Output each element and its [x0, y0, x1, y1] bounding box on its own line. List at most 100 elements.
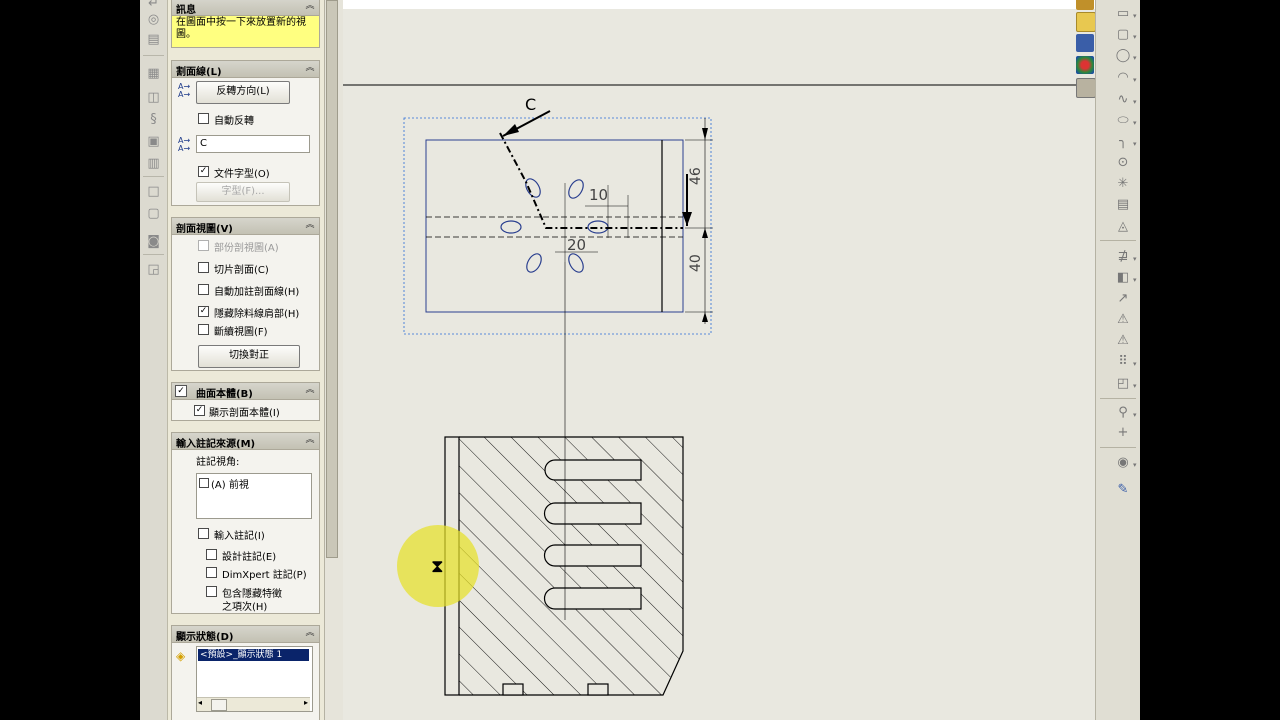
dimxpert-label: DimXpert 註記(P) — [222, 570, 307, 581]
dim-46: 46 — [688, 167, 704, 185]
doc-icon[interactable]: ▤ — [146, 32, 161, 47]
message-header[interactable]: 訊息 ︽ — [172, 0, 319, 16]
import-annotations-header[interactable]: 輸入註記來源(M) ︽ — [172, 433, 319, 450]
show-surface-checkbox[interactable]: ✓ — [194, 405, 205, 416]
lock-icon[interactable]: ◙ — [146, 234, 161, 249]
display-state-list[interactable]: <預設>_顯示狀態 1 ◂ ▸ — [196, 646, 313, 712]
flip-direction-icon: A→ A→ — [178, 82, 191, 99]
scroll-left-icon[interactable]: ◂ — [198, 698, 202, 707]
collapse-icon[interactable]: ︽ — [304, 219, 316, 231]
scroll-thumb[interactable] — [211, 699, 227, 711]
section-view-header[interactable]: 剖面視圖(V) ︽ — [172, 218, 319, 235]
scroll-right-icon[interactable]: ▸ — [304, 698, 308, 707]
dimensions[interactable]: 46 40 10 20 — [567, 118, 713, 324]
plane-icon[interactable]: ◬ — [1114, 219, 1132, 235]
hidden-features-checkbox[interactable] — [206, 586, 217, 597]
custom-properties-tab-icon[interactable] — [1076, 78, 1096, 98]
message-group: 訊息 ︽ 在圖面中按一下來放置新的視圖。 — [171, 0, 320, 48]
auto-flip-label: 自動反轉 — [214, 116, 254, 127]
flip-direction-button[interactable]: 反轉方向(L) — [196, 81, 290, 104]
display-state-item[interactable]: <預設>_顯示狀態 1 — [198, 649, 309, 661]
section-icon[interactable]: § — [146, 112, 161, 127]
broken-view-label: 斷續視圖(F) — [214, 327, 268, 338]
section-view-group: 剖面視圖(V) ︽ 部份剖視圖(A) 切片剖面(C) 自動加註剖面線(H) ✓ … — [171, 217, 320, 371]
projected-view-icon[interactable]: ◫ — [146, 90, 161, 105]
hide-cut-label: 隱藏除料線肩部(H) — [214, 309, 300, 320]
drawing-canvas[interactable]: C 46 40 10 20 — [343, 0, 1095, 720]
crop-icon[interactable]: ▥ — [146, 156, 161, 171]
annotation-view-label: 註記視角: — [196, 457, 240, 468]
left-toolbar: ↵ ◎ ▤ ▦ ◫ § ▣ ▥ □ ▢ ◙ ◲ — [140, 0, 168, 720]
broken-view-checkbox[interactable] — [198, 324, 209, 335]
convert-icon[interactable]: ◧ ▾ — [1114, 270, 1137, 286]
slot-icon[interactable]: ▢ ▾ — [1114, 27, 1137, 43]
collapse-icon[interactable]: ︽ — [304, 384, 316, 396]
trim-icon[interactable]: ⋣ ▾ — [1114, 249, 1137, 265]
slice-section-checkbox[interactable] — [198, 262, 209, 273]
arc-icon[interactable]: ◠ ▾ — [1114, 70, 1136, 86]
arrow-icon[interactable]: ↵ — [146, 0, 161, 11]
toggle-alignment-button[interactable]: 切換對正 — [198, 345, 300, 368]
collapse-icon[interactable]: ︽ — [304, 434, 316, 446]
import-annotations-checkbox[interactable] — [198, 528, 209, 539]
font-button[interactable]: 字型(F)... — [196, 182, 290, 202]
rotate-icon[interactable]: ◎ — [146, 12, 161, 27]
doc-font-checkbox[interactable]: ✓ — [198, 166, 209, 177]
rapid-sketch-icon[interactable]: ✎ — [1114, 482, 1132, 498]
file-explorer-tab-icon[interactable] — [1076, 34, 1094, 52]
design-annotations-checkbox[interactable] — [206, 549, 217, 560]
surface-bodies-header[interactable]: ✓ 曲面本體(B) ︽ — [172, 383, 319, 400]
display-state-header[interactable]: 顯示狀態(D) ︽ — [172, 626, 319, 643]
mirror-icon[interactable]: ⚠ — [1114, 312, 1132, 328]
alternate-icon[interactable]: ▢ — [146, 206, 161, 221]
partial-section-checkbox[interactable] — [198, 240, 209, 251]
dimxpert-checkbox[interactable] — [206, 567, 217, 578]
circle-icon[interactable]: ◯ ▾ — [1114, 48, 1137, 64]
front-view-checkbox[interactable] — [199, 478, 209, 488]
horizontal-scrollbar[interactable]: ◂ ▸ — [197, 697, 310, 711]
collapse-icon[interactable]: ︽ — [304, 62, 316, 74]
partial-section-label: 部份剖視圖(A) — [214, 243, 279, 254]
panel-scrollbar[interactable] — [326, 0, 338, 558]
cutting-line-group: 割面線(L) ︽ A→ A→ 反轉方向(L) 自動反轉 A→ A→ C ✓ 文件字型… — [171, 60, 320, 206]
fillet-icon[interactable]: ╮ ▾ — [1114, 134, 1136, 150]
dynamic-mirror-icon[interactable]: ⚠ — [1114, 333, 1132, 349]
collapse-icon[interactable]: ︽ — [304, 627, 316, 639]
centerline-icon[interactable]: ✳ — [1114, 176, 1132, 192]
hide-cut-checkbox[interactable]: ✓ — [198, 306, 209, 317]
view-icon[interactable]: ▦ — [146, 66, 161, 81]
point-icon[interactable]: ⊙ — [1114, 155, 1132, 171]
ellipse-icon[interactable]: ⬭ ▾ — [1114, 113, 1136, 129]
appearances-tab-icon[interactable] — [1076, 56, 1094, 74]
auto-hatch-checkbox[interactable] — [198, 284, 209, 295]
relative-icon[interactable]: ◲ — [146, 262, 161, 277]
text-icon[interactable]: ▤ — [1114, 197, 1132, 213]
auto-hatch-label: 自動加註剖面線(H) — [214, 287, 300, 298]
message-text: 在圖面中按一下來放置新的視圖。 — [176, 17, 306, 40]
collapse-icon[interactable]: ︽ — [304, 0, 316, 12]
spline-icon[interactable]: ∿ ▾ — [1114, 92, 1137, 108]
resources-tab-icon[interactable] — [1076, 0, 1094, 10]
dim-40-vertical: 40 — [688, 254, 704, 272]
auto-flip-checkbox[interactable] — [198, 113, 209, 124]
move-icon[interactable]: ◰ ▾ — [1114, 376, 1137, 392]
design-annotations-label: 設計註記(E) — [222, 552, 277, 563]
block-icon[interactable]: ◉ ▾ — [1114, 455, 1136, 471]
cutting-line-title: 割面線(L) — [176, 67, 222, 78]
surface-bodies-checkbox[interactable]: ✓ — [175, 385, 187, 397]
fix-icon[interactable]: + — [1114, 425, 1132, 441]
section-cutting-line[interactable]: C — [499, 95, 692, 229]
rectangle-icon[interactable]: ▭ ▾ — [1114, 6, 1137, 22]
label-input[interactable]: C — [196, 135, 310, 153]
annotation-view-list[interactable]: (A) 前視 — [196, 473, 312, 519]
design-library-tab-icon[interactable] — [1076, 12, 1096, 32]
pattern-icon[interactable]: ⠿ ▾ — [1114, 354, 1136, 370]
break-icon[interactable]: □ — [146, 184, 161, 199]
front-view[interactable] — [403, 117, 712, 335]
cursor-highlight: ⧗ — [397, 525, 479, 607]
offset-icon[interactable]: ↗ — [1114, 291, 1132, 307]
section-view[interactable] — [444, 436, 684, 696]
detail-view-icon[interactable]: ▣ — [146, 134, 161, 149]
cutting-line-header[interactable]: 割面線(L) ︽ — [172, 61, 319, 78]
relations-icon[interactable]: ⚲ ▾ — [1114, 405, 1136, 421]
